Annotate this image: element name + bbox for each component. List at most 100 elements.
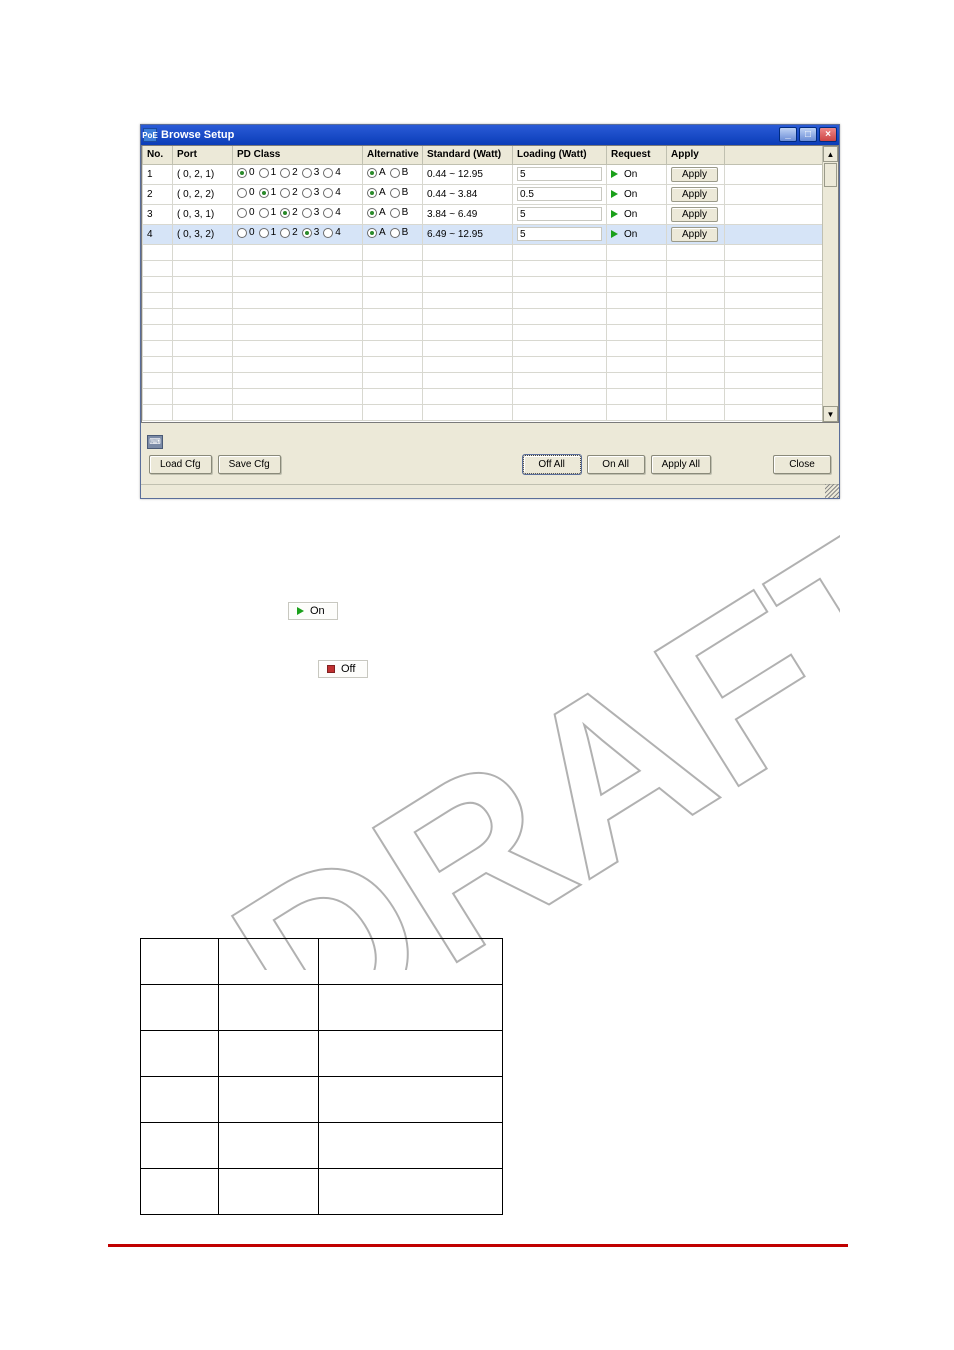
loading-input[interactable] [517, 207, 602, 221]
pdclass-radio-4[interactable]: 4 [323, 207, 341, 218]
cell-apply: Apply [667, 184, 725, 204]
pdclass-radio-0[interactable]: 0 [237, 187, 255, 198]
play-icon [611, 230, 618, 238]
browse-setup-window: PoE Browse Setup _ □ × No.PortPD ClassAl… [140, 124, 840, 499]
alt-radio-A[interactable]: A [367, 187, 386, 198]
resize-grip[interactable] [825, 484, 839, 498]
pdclass-radio-1[interactable]: 1 [259, 227, 277, 238]
pdclass-radio-2[interactable]: 2 [280, 227, 298, 238]
bottom-table [140, 938, 503, 1215]
loading-input[interactable] [517, 227, 602, 241]
title-bar[interactable]: PoE Browse Setup _ □ × [141, 125, 839, 145]
request-label[interactable]: On [624, 209, 637, 220]
footer-red-line [108, 1244, 848, 1247]
cell-standard: 0.44 ~ 12.95 [423, 164, 513, 184]
table-row[interactable]: 4( 0, 3, 2)01234AB6.49 ~ 12.95OnApply [143, 224, 838, 244]
minimize-button[interactable]: _ [779, 127, 797, 142]
pdclass-radio-3[interactable]: 3 [302, 167, 320, 178]
cell-request: On [607, 164, 667, 184]
maximize-button[interactable]: □ [799, 127, 817, 142]
alt-radio-B[interactable]: B [390, 227, 409, 238]
col-header[interactable]: Port [173, 146, 233, 164]
cell-loading [513, 224, 607, 244]
play-icon [611, 170, 618, 178]
table-row[interactable]: 2( 0, 2, 2)01234AB0.44 ~ 3.84OnApply [143, 184, 838, 204]
table-row-empty [143, 244, 838, 260]
apply-all-button[interactable]: Apply All [651, 455, 711, 474]
off-all-button[interactable]: Off All [523, 455, 581, 474]
table-row[interactable]: 1( 0, 2, 1)01234AB0.44 ~ 12.95OnApply [143, 164, 838, 184]
loading-input[interactable] [517, 187, 602, 201]
pdclass-radio-4[interactable]: 4 [323, 227, 341, 238]
col-header[interactable]: Loading (Watt) [513, 146, 607, 164]
table-row-empty [143, 308, 838, 324]
col-header[interactable]: No. [143, 146, 173, 164]
cell-alt: AB [363, 204, 423, 224]
apply-row-button[interactable]: Apply [671, 207, 718, 222]
cell-request: On [607, 184, 667, 204]
apply-row-button[interactable]: Apply [671, 167, 718, 182]
request-label[interactable]: On [624, 229, 637, 240]
col-header[interactable]: Alternative [363, 146, 423, 164]
pdclass-radio-3[interactable]: 3 [302, 207, 320, 218]
pdclass-radio-0[interactable]: 0 [237, 207, 255, 218]
pdclass-radio-4[interactable]: 4 [323, 187, 341, 198]
pdclass-radio-0[interactable]: 0 [237, 227, 255, 238]
cell-apply: Apply [667, 204, 725, 224]
col-header[interactable]: PD Class [233, 146, 363, 164]
cell-loading [513, 204, 607, 224]
close-button[interactable]: Close [773, 455, 831, 474]
pdclass-radio-1[interactable]: 1 [259, 167, 277, 178]
table-row-empty [143, 404, 838, 420]
pdclass-radio-3[interactable]: 3 [302, 227, 320, 238]
app-icon: PoE [143, 128, 157, 142]
close-window-button[interactable]: × [819, 127, 837, 142]
cell-no: 3 [143, 204, 173, 224]
table-row[interactable]: 3( 0, 3, 1)01234AB3.84 ~ 6.49OnApply [143, 204, 838, 224]
cell-pdclass: 01234 [233, 204, 363, 224]
pdclass-radio-2[interactable]: 2 [280, 167, 298, 178]
col-header[interactable]: Request [607, 146, 667, 164]
table-row-empty [143, 340, 838, 356]
pdclass-radio-2[interactable]: 2 [280, 207, 298, 218]
on-pill[interactable]: On [288, 602, 338, 620]
apply-row-button[interactable]: Apply [671, 227, 718, 242]
alt-radio-A[interactable]: A [367, 167, 386, 178]
request-label[interactable]: On [624, 169, 637, 180]
pdclass-radio-3[interactable]: 3 [302, 187, 320, 198]
cell-request: On [607, 204, 667, 224]
cell-port: ( 0, 2, 1) [173, 164, 233, 184]
pdclass-radio-4[interactable]: 4 [323, 167, 341, 178]
on-pill-label: On [310, 605, 325, 617]
status-icon[interactable]: ⌨ [147, 435, 163, 449]
on-all-button[interactable]: On All [587, 455, 645, 474]
scroll-thumb[interactable] [824, 163, 837, 187]
alt-radio-B[interactable]: B [390, 207, 409, 218]
pdclass-radio-1[interactable]: 1 [259, 207, 277, 218]
apply-row-button[interactable]: Apply [671, 187, 718, 202]
col-header[interactable]: Apply [667, 146, 725, 164]
play-icon [611, 190, 618, 198]
load-cfg-button[interactable]: Load Cfg [149, 455, 212, 474]
scroll-down-button[interactable]: ▼ [823, 406, 838, 422]
request-label[interactable]: On [624, 189, 637, 200]
pdclass-radio-2[interactable]: 2 [280, 187, 298, 198]
alt-radio-A[interactable]: A [367, 207, 386, 218]
alt-radio-B[interactable]: B [390, 187, 409, 198]
scroll-up-button[interactable]: ▲ [823, 146, 838, 162]
alt-radio-A[interactable]: A [367, 227, 386, 238]
pdclass-radio-0[interactable]: 0 [237, 167, 255, 178]
table-row-empty [143, 260, 838, 276]
col-header[interactable]: Standard (Watt) [423, 146, 513, 164]
cell-port: ( 0, 2, 2) [173, 184, 233, 204]
cell-request: On [607, 224, 667, 244]
cell-pdclass: 01234 [233, 184, 363, 204]
loading-input[interactable] [517, 167, 602, 181]
off-pill[interactable]: Off [318, 660, 368, 678]
alt-radio-B[interactable]: B [390, 167, 409, 178]
vertical-scrollbar[interactable]: ▲ ▼ [822, 146, 838, 422]
save-cfg-button[interactable]: Save Cfg [218, 455, 281, 474]
pdclass-radio-1[interactable]: 1 [259, 187, 277, 198]
cell-port: ( 0, 3, 2) [173, 224, 233, 244]
cell-alt: AB [363, 224, 423, 244]
